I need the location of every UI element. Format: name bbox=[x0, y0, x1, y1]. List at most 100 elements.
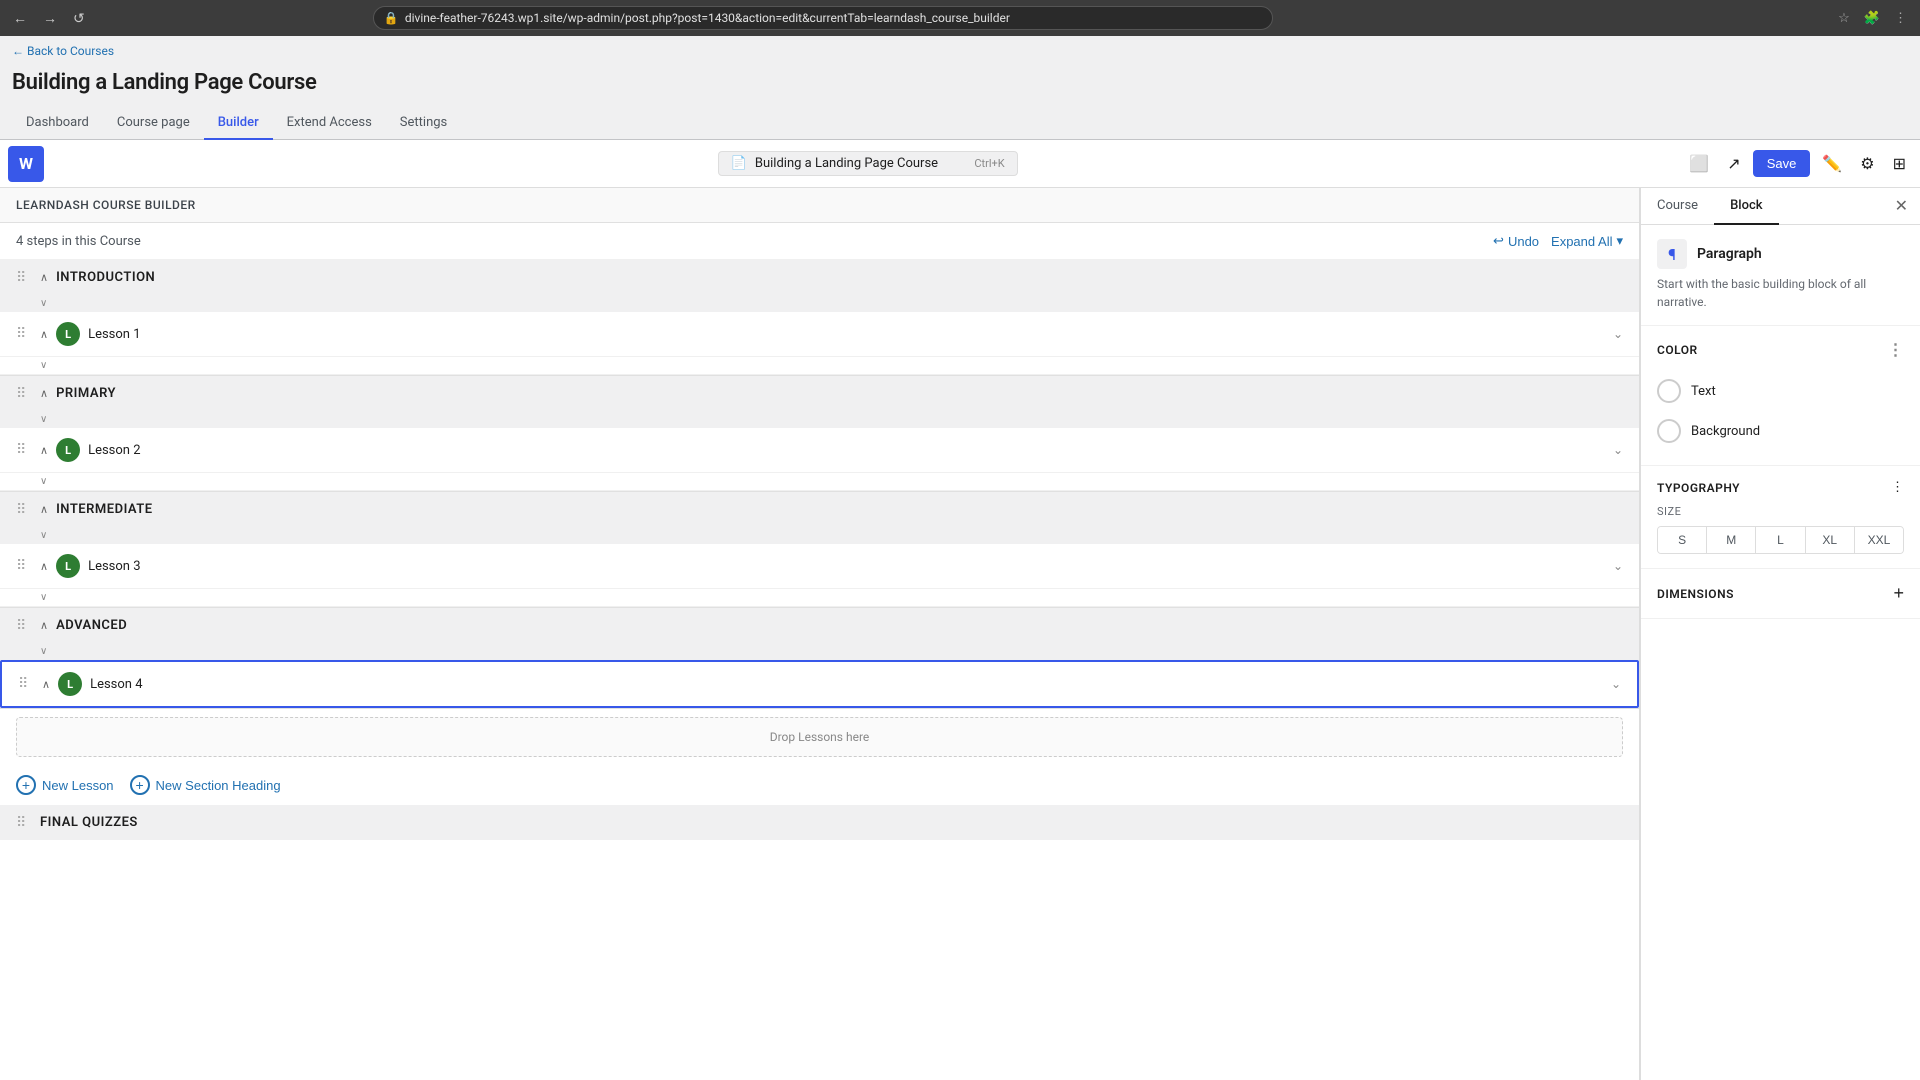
tab-settings[interactable]: Settings bbox=[386, 107, 461, 140]
add-lesson-button[interactable]: + New Lesson bbox=[16, 775, 114, 795]
lesson-1-name: Lesson 1 bbox=[88, 327, 1605, 342]
editor-main: LearnDash Course Builder 4 steps in this… bbox=[0, 188, 1920, 1080]
lesson-3-expand-row[interactable]: ∨ bbox=[0, 589, 1639, 607]
refresh-button[interactable]: ↺ bbox=[68, 8, 90, 29]
settings-view-button[interactable]: ⚙ bbox=[1854, 148, 1880, 180]
section-intermediate-title: INTERMEDIATE bbox=[56, 502, 153, 517]
add-section-icon: + bbox=[130, 775, 150, 795]
drag-handle-icon: ⠿ bbox=[16, 815, 26, 831]
extensions-icon[interactable]: 🧩 bbox=[1859, 7, 1885, 29]
lesson-row-2[interactable]: ⠿ ∧ L Lesson 2 ⌄ bbox=[0, 428, 1639, 473]
lesson-chevron-down-icon: ∨ bbox=[40, 360, 47, 371]
add-section-button[interactable]: + New Section Heading bbox=[130, 775, 281, 795]
background-color-option[interactable]: Background bbox=[1657, 411, 1904, 451]
section-advanced-expand-row[interactable]: ∨ bbox=[0, 643, 1639, 660]
panel-dimensions-section: Dimensions + bbox=[1641, 569, 1920, 619]
size-s-button[interactable]: S bbox=[1658, 527, 1707, 553]
lesson-chevron-up-icon: ∧ bbox=[40, 444, 48, 457]
undo-label: Undo bbox=[1508, 234, 1539, 249]
lesson-4-name: Lesson 4 bbox=[90, 677, 1603, 692]
layout-view-button[interactable]: ⊞ bbox=[1887, 148, 1912, 180]
add-dimension-button[interactable]: + bbox=[1893, 583, 1904, 604]
save-button[interactable]: Save bbox=[1753, 150, 1811, 177]
expand-chevron-icon: ▾ bbox=[1616, 233, 1623, 249]
section-chevron-down-icon: ∨ bbox=[40, 530, 47, 541]
size-xxl-button[interactable]: XXL bbox=[1855, 527, 1903, 553]
section-primary-header[interactable]: ⠿ ∧ PRIMARY bbox=[0, 376, 1639, 411]
panel-block-info: ¶ Paragraph Start with the basic buildin… bbox=[1641, 225, 1920, 326]
address-bar[interactable]: 🔒 divine-feather-76243.wp1.site/wp-admin… bbox=[373, 6, 1273, 30]
tab-builder[interactable]: Builder bbox=[204, 107, 273, 140]
lesson-1-expand-icon[interactable]: ⌄ bbox=[1613, 327, 1623, 341]
size-l-button[interactable]: L bbox=[1756, 527, 1805, 553]
builder-title: LearnDash Course Builder bbox=[16, 198, 196, 212]
lesson-chevron-up-icon: ∧ bbox=[42, 678, 50, 691]
expand-all-label: Expand All bbox=[1551, 234, 1612, 249]
undo-button[interactable]: ↩ Undo bbox=[1493, 233, 1539, 249]
text-color-circle[interactable] bbox=[1657, 379, 1681, 403]
tab-course-page[interactable]: Course page bbox=[103, 107, 204, 140]
lesson-chevron-up-icon: ∧ bbox=[40, 328, 48, 341]
lesson-chevron-up-icon: ∧ bbox=[40, 560, 48, 573]
wp-logo-button[interactable]: W bbox=[8, 146, 44, 182]
drag-handle-icon: ⠿ bbox=[16, 270, 26, 286]
lesson-row-1[interactable]: ⠿ ∧ L Lesson 1 ⌄ bbox=[0, 312, 1639, 357]
chevron-up-icon: ∧ bbox=[40, 387, 48, 400]
background-color-circle[interactable] bbox=[1657, 419, 1681, 443]
post-title-text: Building a Landing Page Course bbox=[755, 156, 938, 171]
editor-toolbar: W 📄 Building a Landing Page Course Ctrl+… bbox=[0, 140, 1920, 188]
color-more-icon[interactable]: ⋮ bbox=[1888, 340, 1905, 359]
post-icon: 📄 bbox=[731, 156, 747, 171]
lesson-3-expand-icon[interactable]: ⌄ bbox=[1613, 559, 1623, 573]
drag-handle-lesson-icon: ⠿ bbox=[16, 558, 26, 574]
page-title: Building a Landing Page Course bbox=[12, 70, 1908, 95]
size-m-button[interactable]: M bbox=[1707, 527, 1756, 553]
steps-bar: 4 steps in this Course ↩ Undo Expand All… bbox=[0, 223, 1639, 260]
add-buttons: + New Lesson + New Section Heading bbox=[0, 765, 1639, 805]
lesson-2-name: Lesson 2 bbox=[88, 443, 1605, 458]
view-icon-button[interactable]: ⬜ bbox=[1683, 148, 1715, 180]
section-chevron-down-icon: ∨ bbox=[40, 298, 47, 309]
back-to-courses-link[interactable]: ← Back to Courses bbox=[12, 44, 114, 58]
section-advanced-header[interactable]: ⠿ ∧ ADVANCED bbox=[0, 608, 1639, 643]
edit-mode-button[interactable]: ✏️ bbox=[1816, 148, 1848, 180]
preview-icon-button[interactable]: ↗ bbox=[1721, 148, 1746, 180]
bookmark-icon[interactable]: ☆ bbox=[1833, 7, 1855, 29]
lesson-2-expand-icon[interactable]: ⌄ bbox=[1613, 443, 1623, 457]
tab-dashboard[interactable]: Dashboard bbox=[12, 107, 103, 140]
chevron-up-icon: ∧ bbox=[40, 503, 48, 516]
section-intermediate-expand-row[interactable]: ∨ bbox=[0, 527, 1639, 544]
toolbar-right: ⬜ ↗ Save ✏️ ⚙ ⊞ bbox=[1683, 148, 1912, 180]
section-introduction-header[interactable]: ⠿ ∧ INTRODUCTION bbox=[0, 260, 1639, 295]
tab-extend-access[interactable]: Extend Access bbox=[273, 107, 386, 140]
text-color-option[interactable]: Text bbox=[1657, 371, 1904, 411]
add-lesson-label: New Lesson bbox=[42, 778, 114, 793]
expand-all-button[interactable]: Expand All ▾ bbox=[1551, 233, 1623, 249]
size-options: S M L XL XXL bbox=[1657, 526, 1904, 554]
panel-tab-block[interactable]: Block bbox=[1714, 188, 1778, 225]
section-intermediate-header[interactable]: ⠿ ∧ INTERMEDIATE bbox=[0, 492, 1639, 527]
lesson-1-expand-row[interactable]: ∨ bbox=[0, 357, 1639, 375]
forward-button[interactable]: → bbox=[38, 8, 62, 28]
lesson-2-expand-row[interactable]: ∨ bbox=[0, 473, 1639, 491]
keyboard-shortcut: Ctrl+K bbox=[974, 157, 1004, 170]
url-text: divine-feather-76243.wp1.site/wp-admin/p… bbox=[405, 11, 1010, 25]
section-primary-expand-row[interactable]: ∨ bbox=[0, 411, 1639, 428]
lesson-4-expand-icon[interactable]: ⌄ bbox=[1611, 677, 1621, 691]
lesson-row-3[interactable]: ⠿ ∧ L Lesson 3 ⌄ bbox=[0, 544, 1639, 589]
post-title-display[interactable]: 📄 Building a Landing Page Course Ctrl+K bbox=[718, 151, 1018, 176]
lesson-row-4[interactable]: ⠿ ∧ L Lesson 4 ⌄ bbox=[0, 660, 1639, 708]
size-xl-button[interactable]: XL bbox=[1806, 527, 1855, 553]
panel-close-button[interactable]: ✕ bbox=[1883, 188, 1920, 224]
section-final-quizzes-header[interactable]: ⠿ FINAL QUIZZES bbox=[0, 805, 1639, 840]
section-expand-row[interactable]: ∨ bbox=[0, 295, 1639, 312]
typography-more-icon[interactable]: ⋮ bbox=[1891, 480, 1904, 495]
menu-icon[interactable]: ⋮ bbox=[1889, 7, 1912, 29]
section-chevron-down-icon: ∨ bbox=[40, 646, 47, 657]
background-color-label: Background bbox=[1691, 424, 1760, 439]
panel-tab-course[interactable]: Course bbox=[1641, 188, 1714, 225]
breadcrumb[interactable]: ← Back to Courses bbox=[0, 36, 1920, 66]
section-chevron-down-icon: ∨ bbox=[40, 414, 47, 425]
back-button[interactable]: ← bbox=[8, 8, 32, 28]
drag-handle-icon: ⠿ bbox=[16, 386, 26, 402]
